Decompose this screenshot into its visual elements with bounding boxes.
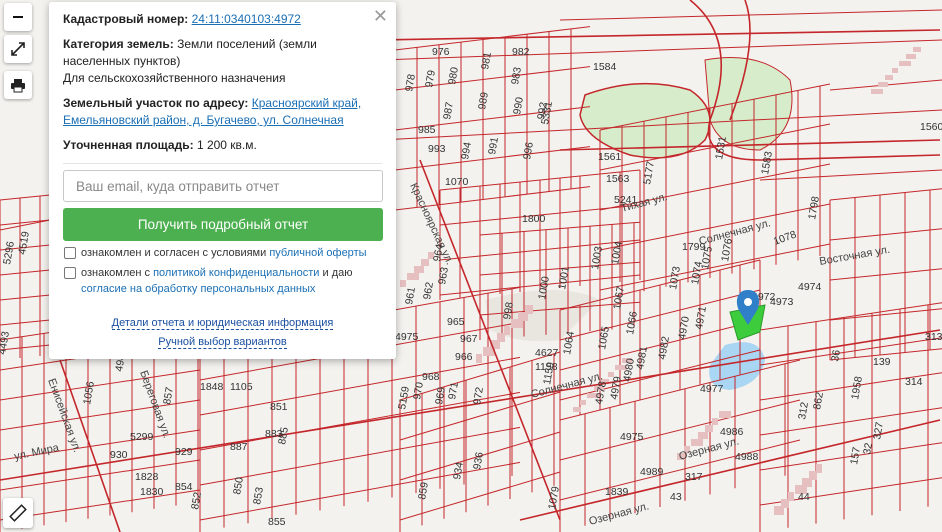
ruler-icon <box>9 504 27 522</box>
parcel-label: 985 <box>418 124 436 136</box>
parcel-label: 4975 <box>620 431 644 443</box>
parcel-label: 851 <box>270 401 288 413</box>
category-row: Категория земель: Земли поселений (земли… <box>63 36 382 87</box>
parcel-label: 1800 <box>522 213 546 225</box>
parcel-label: 313 <box>925 331 942 343</box>
offer-link[interactable]: публичной оферты <box>269 247 366 259</box>
parcel-label: 1070 <box>445 176 469 188</box>
print-button[interactable] <box>4 71 32 99</box>
parcel-label: 968 <box>422 371 440 383</box>
privacy-checkbox[interactable] <box>64 267 76 279</box>
parcel-label: 1828 <box>135 471 159 483</box>
popup-links: Детали отчета и юридическая информация Р… <box>63 315 382 351</box>
close-icon[interactable]: ✕ <box>373 7 388 25</box>
parcel-label: 314 <box>905 376 923 388</box>
parcel-label: 976 <box>432 46 450 58</box>
parcel-label: 32 <box>861 442 875 456</box>
parcel-info-popup: ✕ Кадастровый номер: 24:11:0340103:4972 … <box>49 2 396 359</box>
manual-selection-link[interactable]: Ручной выбор вариантов <box>158 336 287 349</box>
parcel-label: 930 <box>110 449 128 461</box>
parcel-label: 1584 <box>593 61 617 73</box>
area-row: Уточненная площадь: 1 200 кв.м. <box>63 137 382 154</box>
category-sub: Для сельскохозяйственного назначения <box>63 71 286 85</box>
parcel-label: 4974 <box>798 281 822 293</box>
email-input[interactable] <box>63 170 383 202</box>
parcel-label: 1561 <box>598 151 622 163</box>
parcel-label: 965 <box>447 316 465 328</box>
parcel-label: 1848 <box>200 381 224 393</box>
parcel-label: 43 <box>670 491 682 503</box>
details-link[interactable]: Детали отчета и юридическая информация <box>111 317 334 330</box>
ruler-button[interactable] <box>3 498 33 528</box>
parcel-label: 4977 <box>700 383 724 395</box>
area-label: Уточненная площадь: <box>63 138 194 152</box>
parcel-label: 1839 <box>605 486 629 498</box>
parcel-label: 4989 <box>640 466 664 478</box>
parcel-label: 5299 <box>130 431 154 443</box>
offer-text: ознакомлен и согласен с условиями <box>81 247 267 259</box>
address-row: Земельный участок по адресу: Красноярски… <box>63 95 382 129</box>
divider <box>63 163 382 164</box>
category-label: Категория земель: <box>63 37 174 51</box>
parcel-label: 317 <box>685 471 703 483</box>
parcel-label: 966 <box>455 351 473 363</box>
parcel-label: 36 <box>829 349 843 363</box>
parcel-label: 929 <box>175 446 193 458</box>
personal-data-link[interactable]: согласие на обработку персональных данны… <box>81 283 315 295</box>
parcel-label: 1563 <box>606 173 630 185</box>
offer-checkbox[interactable] <box>64 247 76 259</box>
parcel-label: 855 <box>268 516 286 528</box>
cadastral-row: Кадастровый номер: 24:11:0340103:4972 <box>63 11 382 28</box>
privacy-consent-row: ознакомлен с политикой конфиденциальност… <box>63 265 382 297</box>
parcel-label: 1560 <box>920 121 942 133</box>
privacy-policy-link[interactable]: политикой конфиденциальности <box>153 267 319 279</box>
cadastral-label: Кадастровый номер: <box>63 12 189 26</box>
cadastral-number-link[interactable]: 24:11:0340103:4972 <box>192 12 301 26</box>
parcel-label: 993 <box>428 143 446 155</box>
privacy-text: ознакомлен с <box>81 267 151 279</box>
parcel-label: 982 <box>512 46 530 58</box>
parcel-label: 44 <box>798 491 810 503</box>
parcel-label: 139 <box>873 356 891 368</box>
fullscreen-button[interactable] <box>4 35 32 63</box>
get-report-button[interactable]: Получить подробный отчет <box>63 208 383 241</box>
area-value: 1 200 кв.м. <box>196 138 257 152</box>
parcel-label: 1105 <box>230 381 253 393</box>
printer-icon <box>11 79 25 93</box>
address-label: Земельный участок по адресу: <box>63 96 249 110</box>
zoom-out-button[interactable] <box>4 3 32 31</box>
parcel-label: 967 <box>460 333 478 345</box>
minus-icon <box>13 16 23 18</box>
parcel-label: 4988 <box>735 451 759 463</box>
parcel-label: 4975 <box>395 331 419 343</box>
parcel-label: 4627 <box>535 347 559 359</box>
privacy-mid-text: и даю <box>322 267 353 279</box>
parcel-label: 1830 <box>140 486 164 498</box>
expand-icon <box>11 42 25 56</box>
parcel-label: 854 <box>175 481 193 493</box>
parcel-label: 887 <box>230 441 248 453</box>
offer-consent-row: ознакомлен и согласен с условиями публич… <box>63 245 382 261</box>
